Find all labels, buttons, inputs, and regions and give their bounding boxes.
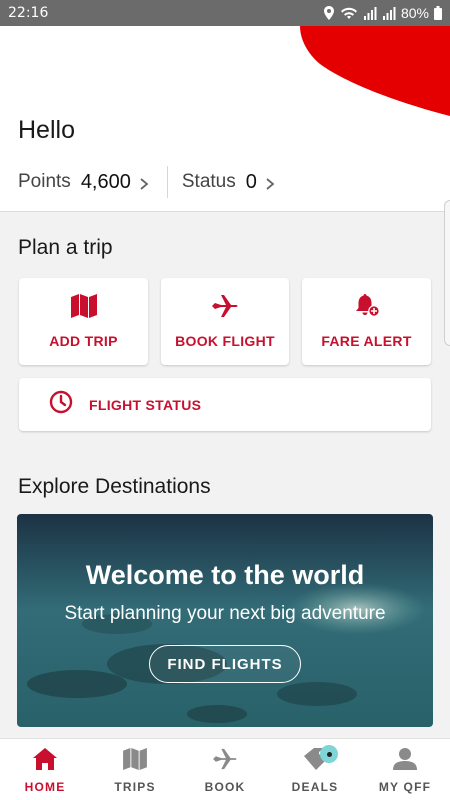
member-stats: Points 4,600 Status 0 xyxy=(18,166,277,198)
plane-icon xyxy=(212,748,238,775)
location-icon xyxy=(323,6,335,20)
explore-title: Explore Destinations xyxy=(18,475,211,498)
add-trip-button[interactable]: ADD TRIP xyxy=(19,278,148,365)
nav-trips-label: TRIPS xyxy=(114,780,156,794)
person-icon xyxy=(393,748,417,775)
nav-trips[interactable]: TRIPS xyxy=(90,739,180,800)
points-label: Points xyxy=(18,171,71,192)
explore-card-subtitle: Start planning your next big adventure xyxy=(64,603,386,624)
points-link[interactable]: Points 4,600 xyxy=(18,171,151,194)
points-value: 4,600 xyxy=(80,170,131,193)
header: Hello Points 4,600 Status 0 xyxy=(0,26,450,212)
nav-book[interactable]: BOOK xyxy=(180,739,270,800)
plane-icon xyxy=(212,294,238,323)
status-value: 0 xyxy=(245,170,257,193)
book-flight-label: BOOK FLIGHT xyxy=(175,333,275,349)
nav-my-qff[interactable]: MY QFF xyxy=(360,739,450,800)
map-icon xyxy=(70,294,97,323)
status-bar: 22:16 80% xyxy=(0,0,450,26)
flight-status-button[interactable]: FLIGHT STATUS xyxy=(19,378,431,431)
flight-status-label: FLIGHT STATUS xyxy=(89,396,202,413)
add-trip-label: ADD TRIP xyxy=(49,333,118,349)
plan-trip-title: Plan a trip xyxy=(18,236,113,259)
clock-icon xyxy=(49,390,73,419)
battery-icon xyxy=(434,6,442,20)
greeting: Hello xyxy=(18,116,75,144)
battery-level: 80% xyxy=(400,5,429,21)
fare-alert-label: FARE ALERT xyxy=(321,333,412,349)
nav-home-label: HOME xyxy=(24,780,66,794)
home-icon xyxy=(33,748,57,775)
signal-icon xyxy=(363,6,377,20)
status-link[interactable]: Status 0 xyxy=(182,171,277,194)
stats-divider xyxy=(166,166,168,198)
nav-deals-label: DEALS xyxy=(291,780,339,794)
bell-plus-icon xyxy=(354,294,380,323)
chevron-right-icon xyxy=(137,175,151,190)
status-icons: 80% xyxy=(323,5,442,21)
nav-deals[interactable]: DEALS xyxy=(270,739,360,800)
explore-card-title: Welcome to the world xyxy=(85,560,365,590)
map-icon xyxy=(122,748,148,775)
brand-swoosh xyxy=(300,26,450,116)
book-flight-button[interactable]: BOOK FLIGHT xyxy=(161,278,289,365)
nav-book-label: BOOK xyxy=(204,780,246,794)
find-flights-button[interactable]: FIND FLIGHTS xyxy=(149,645,301,683)
signal-icon xyxy=(382,6,396,20)
status-label: Status xyxy=(181,171,236,192)
nav-home[interactable]: HOME xyxy=(0,739,90,800)
bottom-nav: HOME TRIPS BOOK DEALS MY QFF xyxy=(0,738,450,800)
wifi-icon xyxy=(340,6,358,20)
nav-my-qff-label: MY QFF xyxy=(378,780,432,794)
fare-alert-button[interactable]: FARE ALERT xyxy=(302,278,431,365)
deals-badge xyxy=(320,745,338,763)
explore-destination-card[interactable]: Welcome to the world Start planning your… xyxy=(17,514,433,727)
scroll-handle[interactable] xyxy=(444,200,450,346)
chevron-right-icon xyxy=(263,175,277,190)
status-time: 22:16 xyxy=(8,5,49,21)
header-divider xyxy=(0,211,450,212)
